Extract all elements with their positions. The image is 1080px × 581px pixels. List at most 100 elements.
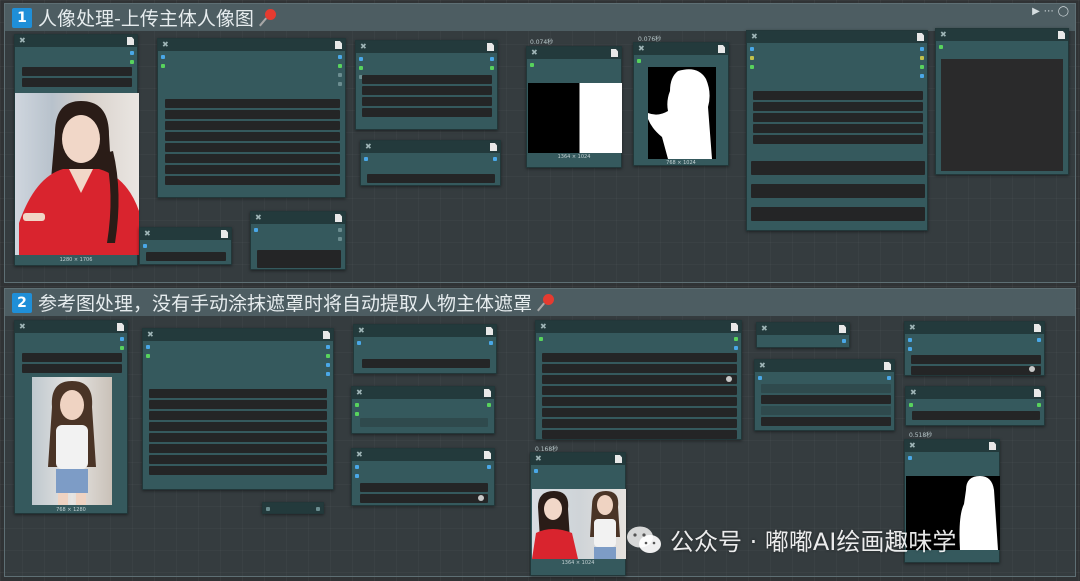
widget-field[interactable] [753,124,923,133]
close-icon[interactable]: ✖ [358,325,365,337]
widget-field[interactable] [22,364,122,373]
close-icon[interactable]: ✖ [356,387,363,399]
widget-field[interactable] [360,494,488,503]
widget-field[interactable] [149,422,327,431]
output-port[interactable] [338,237,342,241]
input-port[interactable] [637,59,641,63]
widget-field[interactable] [911,355,1041,364]
input-port[interactable] [146,354,150,358]
input-port[interactable] [908,347,912,351]
output-port[interactable] [338,64,342,68]
widget-field[interactable] [751,161,925,175]
close-icon[interactable]: ✖ [19,35,26,47]
output-port[interactable] [487,465,491,469]
node-load-portrait[interactable]: ✖ 1280 × 1706 [14,34,139,266]
input-port[interactable] [909,403,913,407]
input-port[interactable] [161,64,165,68]
input-port[interactable] [355,403,359,407]
input-port[interactable] [908,456,912,460]
widget-field[interactable] [146,252,226,261]
input-port[interactable] [355,465,359,469]
widget-field[interactable] [362,359,490,368]
input-port[interactable] [364,157,368,161]
widget-field[interactable] [753,135,923,144]
node-reroute[interactable] [262,502,324,514]
node-config-c[interactable]: ✖ [360,140,501,186]
widget-field[interactable] [149,400,327,409]
widget-field[interactable] [912,411,1040,420]
output-port[interactable] [489,341,493,345]
input-port[interactable] [254,228,258,232]
close-icon[interactable]: ✖ [909,440,916,452]
close-icon[interactable]: ✖ [144,228,151,240]
widget-field[interactable] [761,395,891,404]
widget-field[interactable] [367,174,495,183]
node-preview-collage[interactable]: ✖ 1364 × 1024 [530,452,626,576]
widget-field[interactable] [751,184,925,198]
close-icon[interactable]: ✖ [162,39,169,51]
close-icon[interactable]: ✖ [531,47,538,59]
output-port[interactable] [338,55,342,59]
widget-field[interactable] [542,386,737,395]
close-icon[interactable]: ✖ [360,41,367,53]
input-port[interactable] [355,474,359,478]
output-port[interactable] [920,56,924,60]
close-icon[interactable]: ✖ [540,321,547,333]
output-port[interactable] [887,376,891,380]
close-icon[interactable]: ✖ [940,29,947,41]
widget-field[interactable] [542,375,737,384]
node-preview-mask[interactable]: ✖ 768 × 1024 [633,42,729,166]
close-icon[interactable]: ✖ [535,453,542,465]
input-port[interactable] [750,47,754,51]
node-config-i[interactable]: ✖ [535,320,742,440]
widget-field[interactable] [165,143,340,152]
widget-field[interactable] [761,384,891,393]
input-port[interactable] [355,412,359,416]
widget-field[interactable] [149,466,327,475]
output-port[interactable] [120,337,124,341]
input-port[interactable] [908,338,912,342]
close-icon[interactable]: ✖ [19,321,26,333]
widget-field[interactable] [542,408,737,417]
output-port[interactable] [734,337,738,341]
output-port[interactable] [326,372,330,376]
node-config-d[interactable]: ✖ [746,30,928,231]
output-port[interactable] [326,363,330,367]
node-config-b[interactable]: ✖ [355,40,498,130]
widget-field[interactable] [911,366,1041,375]
output-port[interactable] [1037,338,1041,342]
widget-field[interactable] [753,91,923,100]
widget-field[interactable] [362,75,492,84]
widget-field[interactable] [753,113,923,122]
input-port[interactable] [143,244,147,248]
workflow-canvas[interactable]: 1 人像处理-上传主体人像图 ▶ ⋯ ◯ ✖ 1280 × 1706 ✖ ✖ ✖… [0,0,1080,581]
node-config-g[interactable]: ✖ [351,386,495,434]
widget-field[interactable] [542,364,737,373]
widget-field[interactable] [542,430,737,439]
output-port[interactable] [338,228,342,232]
output-port[interactable] [920,47,924,51]
more-icon[interactable]: ⋯ [1044,6,1054,17]
input-port[interactable] [357,341,361,345]
node-small-b[interactable]: ✖ [250,211,346,270]
node-config-j[interactable]: ✖ [754,359,895,431]
input-port[interactable] [750,65,754,69]
node-small-c[interactable]: ✖ [756,322,850,348]
node-header[interactable]: ✖ [15,35,137,47]
close-icon[interactable]: ✖ [909,322,916,334]
widget-field[interactable] [751,207,925,221]
group-2-header[interactable]: 2 参考图处理，没有手动涂抹遮罩时将自动提取人物主体遮罩 [5,289,1075,316]
play-icon[interactable]: ▶ [1032,6,1040,17]
widget-field[interactable] [753,102,923,111]
close-icon[interactable]: ✖ [365,141,372,153]
node-config-k[interactable]: ✖ [904,321,1045,376]
output-port[interactable] [326,345,330,349]
group-1-header[interactable]: 1 人像处理-上传主体人像图 ▶ ⋯ ◯ [5,4,1075,31]
input-port[interactable] [758,376,762,380]
input-port[interactable] [359,57,363,61]
output-port[interactable] [338,82,342,86]
input-port[interactable] [146,345,150,349]
widget-field[interactable] [542,397,737,406]
output-port[interactable] [493,157,497,161]
widget-field[interactable] [257,250,341,268]
